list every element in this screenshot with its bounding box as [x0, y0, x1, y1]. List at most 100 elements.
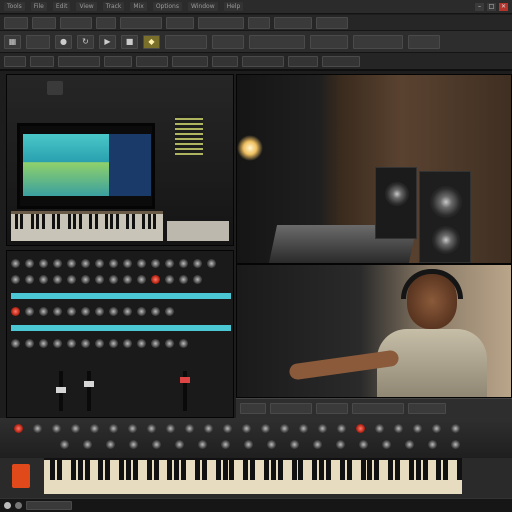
- mixer-knob[interactable]: [109, 275, 118, 284]
- stop-icon[interactable]: ■: [121, 34, 138, 49]
- black-key[interactable]: [152, 214, 156, 229]
- toolbar-slot[interactable]: [120, 16, 162, 29]
- toolbar-field[interactable]: [249, 34, 305, 49]
- synth-knob[interactable]: [129, 440, 138, 449]
- synth-knob[interactable]: [83, 440, 92, 449]
- mixer-knob[interactable]: [193, 259, 202, 268]
- mixer-knob[interactable]: [67, 339, 76, 348]
- black-key[interactable]: [339, 460, 345, 480]
- mixer-knob[interactable]: [165, 339, 174, 348]
- mixer-knob[interactable]: [95, 339, 104, 348]
- loop-icon[interactable]: ↻: [77, 34, 94, 49]
- metronome-icon[interactable]: ◆: [143, 34, 160, 49]
- grid-icon[interactable]: ▦: [4, 34, 21, 49]
- synth-knob[interactable]: [336, 440, 345, 449]
- black-key[interactable]: [131, 214, 135, 229]
- black-key[interactable]: [312, 460, 318, 480]
- black-key[interactable]: [422, 460, 428, 480]
- mixer-knob-red[interactable]: [151, 275, 160, 284]
- black-key[interactable]: [78, 214, 82, 229]
- toolbar-slot[interactable]: [166, 16, 194, 29]
- mixer-knob[interactable]: [179, 275, 188, 284]
- synth-knob[interactable]: [413, 424, 422, 433]
- toolbar-slot[interactable]: [288, 55, 318, 67]
- menu-track[interactable]: Track: [102, 2, 125, 11]
- mixer-knob[interactable]: [11, 259, 20, 268]
- synth-knob[interactable]: [223, 424, 232, 433]
- mixer-knob[interactable]: [81, 307, 90, 316]
- mixer-knob[interactable]: [39, 307, 48, 316]
- mixer-knob[interactable]: [81, 339, 90, 348]
- mixer-knob[interactable]: [109, 307, 118, 316]
- mixer-knob[interactable]: [11, 339, 20, 348]
- black-key[interactable]: [181, 460, 187, 480]
- synth-knob[interactable]: [60, 440, 69, 449]
- synth-knob-red[interactable]: [356, 424, 365, 433]
- mixer-knob[interactable]: [53, 259, 62, 268]
- toolbar-slot[interactable]: [58, 55, 100, 67]
- toolbar-slot[interactable]: [270, 403, 312, 414]
- toolbar-slot[interactable]: [32, 16, 56, 29]
- maximize-button[interactable]: □: [487, 2, 496, 11]
- toolbar-slot[interactable]: [408, 403, 446, 414]
- synth-knob[interactable]: [244, 440, 253, 449]
- mixer-knob[interactable]: [137, 307, 146, 316]
- toolbar-slot[interactable]: [172, 55, 208, 67]
- black-key[interactable]: [263, 460, 269, 480]
- black-key[interactable]: [153, 460, 159, 480]
- synth-knob[interactable]: [185, 424, 194, 433]
- synth-keybed[interactable]: [44, 458, 463, 494]
- mixer-knob[interactable]: [109, 339, 118, 348]
- fader-cap[interactable]: [84, 381, 94, 387]
- synth-knob[interactable]: [375, 424, 384, 433]
- mixer-knob[interactable]: [207, 259, 216, 268]
- synth-knob[interactable]: [33, 424, 42, 433]
- toolbar-field[interactable]: [408, 34, 440, 49]
- synth-knob[interactable]: [451, 440, 460, 449]
- black-key[interactable]: [132, 460, 138, 480]
- black-key[interactable]: [30, 214, 34, 229]
- toolbar-slot[interactable]: [4, 55, 26, 67]
- menu-options[interactable]: Options: [152, 2, 182, 11]
- black-key[interactable]: [115, 214, 119, 229]
- toolbar-field[interactable]: [26, 34, 50, 49]
- mixer-knob[interactable]: [67, 275, 76, 284]
- black-key[interactable]: [15, 214, 18, 229]
- synth-knob[interactable]: [432, 424, 441, 433]
- synth-knob[interactable]: [290, 440, 299, 449]
- black-key[interactable]: [70, 460, 76, 480]
- channel-fader[interactable]: [84, 371, 94, 411]
- synth-knob[interactable]: [175, 440, 184, 449]
- synth-knob[interactable]: [221, 440, 230, 449]
- black-key[interactable]: [125, 460, 131, 480]
- black-key[interactable]: [89, 214, 93, 229]
- black-key[interactable]: [167, 460, 173, 480]
- black-key[interactable]: [360, 460, 366, 480]
- black-key[interactable]: [201, 460, 207, 480]
- black-key[interactable]: [346, 460, 352, 480]
- mixer-knob[interactable]: [137, 259, 146, 268]
- synth-knob[interactable]: [394, 424, 403, 433]
- mixer-knob[interactable]: [67, 259, 76, 268]
- toolbar-slot[interactable]: [96, 16, 116, 29]
- black-key[interactable]: [415, 460, 421, 480]
- mixer-knob[interactable]: [137, 339, 146, 348]
- mixer-knob[interactable]: [179, 339, 188, 348]
- mixer-knob[interactable]: [95, 259, 104, 268]
- black-key[interactable]: [367, 460, 373, 480]
- black-key[interactable]: [388, 460, 394, 480]
- mixer-knob[interactable]: [193, 275, 202, 284]
- menu-file[interactable]: File: [30, 2, 47, 11]
- synth-knob[interactable]: [198, 440, 207, 449]
- black-key[interactable]: [105, 214, 109, 229]
- mixer-knob[interactable]: [123, 339, 132, 348]
- black-key[interactable]: [222, 460, 228, 480]
- mixer-knob[interactable]: [81, 259, 90, 268]
- toolbar-slot[interactable]: [136, 55, 168, 67]
- black-key[interactable]: [105, 460, 111, 480]
- black-key[interactable]: [319, 460, 325, 480]
- toolbar-slot[interactable]: [212, 55, 238, 67]
- black-key[interactable]: [298, 460, 304, 480]
- close-button[interactable]: ✕: [499, 2, 508, 11]
- mixer-knob[interactable]: [123, 307, 132, 316]
